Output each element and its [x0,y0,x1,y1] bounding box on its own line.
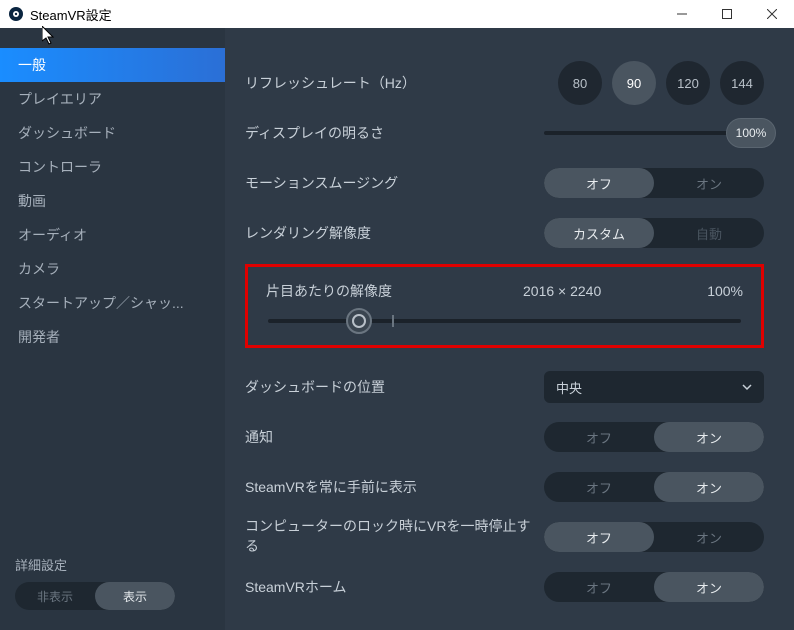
nav-startup[interactable]: スタートアップ／シャッ... [0,286,225,320]
vrhome-label: SteamVRホーム [245,577,544,597]
nav-dashboard[interactable]: ダッシュボード [0,116,225,150]
alwaysfront-toggle[interactable]: オフ オン [544,472,764,502]
per-eye-slider-tick [392,315,394,327]
alwaysfront-off[interactable]: オフ [544,472,654,502]
row-motion-smoothing: モーションスムージング オフ オン [245,158,764,208]
dashpos-value: 中央 [556,378,582,397]
row-per-eye: 片目あたりの解像度 2016 × 2240 100% [266,281,743,301]
motion-toggle[interactable]: オフ オン [544,168,764,198]
per-eye-percent: 100% [683,283,743,299]
per-eye-slider-thumb[interactable] [346,308,372,334]
row-always-front: SteamVRを常に手前に表示 オフ オン [245,462,764,512]
content-panel: リフレッシュレート（Hz） 80 90 120 144 ディスプレイの明るさ 1… [225,28,794,630]
brightness-thumb[interactable]: 100% [726,118,776,148]
window-title: SteamVR設定 [30,5,112,24]
titlebar: SteamVR設定 [0,0,794,28]
per-eye-slider[interactable] [268,319,741,323]
row-vr-home: SteamVRホーム オフ オン [245,562,764,612]
row-render-resolution: レンダリング解像度 カスタム 自動 [245,208,764,258]
render-auto[interactable]: 自動 [654,218,764,248]
alwaysfront-label: SteamVRを常に手前に表示 [245,477,544,497]
brightness-slider[interactable]: 100% [544,131,764,135]
notify-label: 通知 [245,427,544,447]
row-refresh-rate: リフレッシュレート（Hz） 80 90 120 144 [245,58,764,108]
nav-camera[interactable]: カメラ [0,252,225,286]
refresh-rate-label: リフレッシュレート（Hz） [245,73,558,93]
nav-controller[interactable]: コントローラ [0,150,225,184]
alwaysfront-on[interactable]: オン [654,472,764,502]
vrhome-off[interactable]: オフ [544,572,654,602]
locksuspend-toggle[interactable]: オフ オン [544,522,764,552]
dashpos-label: ダッシュボードの位置 [245,377,544,397]
vrhome-toggle[interactable]: オフ オン [544,572,764,602]
vrhome-on[interactable]: オン [654,572,764,602]
advanced-show-option[interactable]: 表示 [95,582,175,610]
per-eye-resolution: 2016 × 2240 [523,283,683,299]
refresh-120[interactable]: 120 [666,61,710,105]
nav-general[interactable]: 一般 [0,48,225,82]
nav-video[interactable]: 動画 [0,184,225,218]
render-toggle[interactable]: カスタム 自動 [544,218,764,248]
locksuspend-off[interactable]: オフ [544,522,654,552]
row-notifications: 通知 オフ オン [245,412,764,462]
advanced-settings-toggle[interactable]: 非表示 表示 [15,582,175,610]
row-dashboard-position: ダッシュボードの位置 中央 [245,362,764,412]
row-brightness: ディスプレイの明るさ 100% [245,108,764,158]
refresh-144[interactable]: 144 [720,61,764,105]
per-eye-highlight: 片目あたりの解像度 2016 × 2240 100% [245,264,764,348]
row-lock-suspend: コンピューターのロック時にVRを一時停止する オフ オン [245,512,764,562]
motion-label: モーションスムージング [245,173,544,193]
locksuspend-on[interactable]: オン [654,522,764,552]
refresh-80[interactable]: 80 [558,61,602,105]
render-label: レンダリング解像度 [245,223,544,243]
locksuspend-label: コンピューターのロック時にVRを一時停止する [245,517,544,556]
notify-on[interactable]: オン [654,422,764,452]
notify-off[interactable]: オフ [544,422,654,452]
refresh-rate-options: 80 90 120 144 [558,61,764,105]
dashpos-dropdown[interactable]: 中央 [544,371,764,403]
close-button[interactable] [749,0,794,28]
render-custom[interactable]: カスタム [544,218,654,248]
brightness-label: ディスプレイの明るさ [245,123,544,143]
per-eye-label: 片目あたりの解像度 [266,281,523,301]
motion-off[interactable]: オフ [544,168,654,198]
nav-play-area[interactable]: プレイエリア [0,82,225,116]
maximize-button[interactable] [704,0,749,28]
chevron-down-icon [742,382,752,392]
motion-on[interactable]: オン [654,168,764,198]
advanced-settings-label: 詳細設定 [15,555,210,574]
minimize-button[interactable] [659,0,704,28]
notify-toggle[interactable]: オフ オン [544,422,764,452]
app-icon [8,6,24,22]
refresh-90[interactable]: 90 [612,61,656,105]
nav-developer[interactable]: 開発者 [0,320,225,354]
advanced-hide-option[interactable]: 非表示 [15,582,95,610]
sidebar: 一般 プレイエリア ダッシュボード コントローラ 動画 オーディオ カメラ スタ… [0,28,225,630]
nav-audio[interactable]: オーディオ [0,218,225,252]
